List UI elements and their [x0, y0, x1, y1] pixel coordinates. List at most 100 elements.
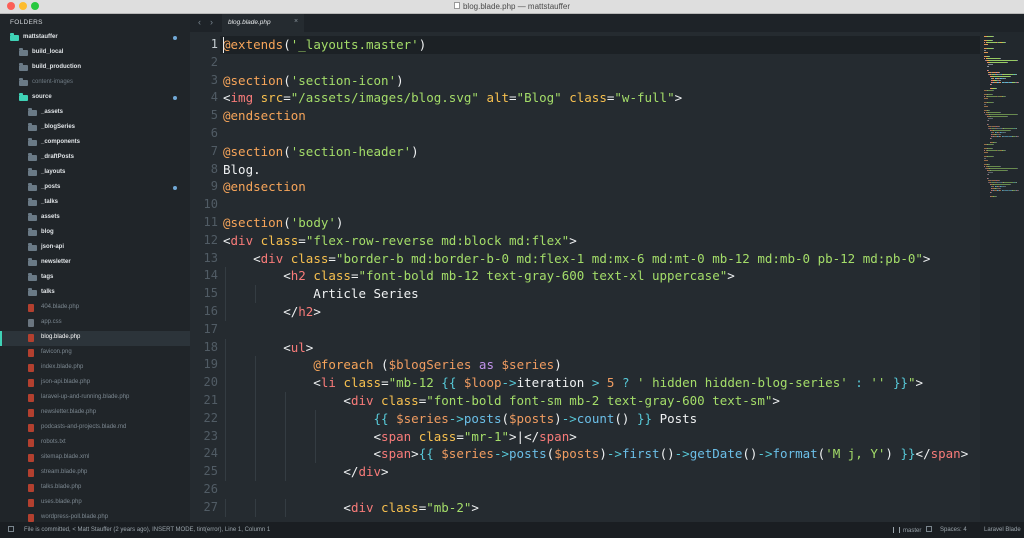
tree-item-talks-blade-php[interactable]: talks.blade.php	[0, 481, 190, 496]
tree-item-wordpress-poll-blade-php[interactable]: wordpress-poll.blade.php	[0, 511, 190, 522]
tree-item-label: build_local	[32, 49, 64, 55]
code-token: '_layouts.master'	[290, 37, 419, 52]
code-line: </h2>	[223, 303, 321, 321]
tree-item-label: uses.blade.php	[41, 499, 82, 505]
line-number: 24	[203, 446, 218, 461]
minimap-segment	[987, 166, 1001, 167]
tree-item-uses-blade-php[interactable]: uses.blade.php	[0, 496, 190, 511]
minimap[interactable]	[980, 32, 1024, 522]
code-token: =	[456, 428, 464, 444]
folder-icon	[28, 243, 37, 251]
tree-item-label: _layouts	[41, 169, 66, 175]
tree-item-newsletter-blade-php[interactable]: newsletter.blade.php	[0, 406, 190, 421]
tree-item-index-blade-php[interactable]: index.blade.php	[0, 361, 190, 376]
code-token: )	[411, 143, 419, 159]
code-editor[interactable]: 1 2 3 4 5 6 7 8 9 10 11 12 13 14 15 16 17 18 19 20 21 22 23 24 2…	[190, 32, 980, 522]
tab-label: blog.blade.php	[228, 19, 271, 26]
tree-item-label: talks.blade.php	[41, 484, 82, 490]
tree-item-sitemap-blade-xml[interactable]: sitemap.blade.xml	[0, 451, 190, 466]
code-token: )	[418, 37, 427, 52]
code-token: class	[313, 268, 351, 284]
tree-item-components[interactable]: _components	[0, 136, 190, 151]
panel-toggle-icon[interactable]	[8, 526, 14, 532]
tree-item-label: favicon.png	[41, 349, 72, 355]
code-token: as	[478, 357, 494, 373]
git-branch[interactable]: master	[893, 527, 921, 534]
code-line: @endsection	[223, 178, 306, 196]
tab-bar: ‹ › blog.blade.php ×	[190, 14, 1024, 32]
code-token: )	[396, 72, 404, 88]
line-number: 10	[203, 197, 218, 212]
settings-icon[interactable]	[926, 526, 932, 532]
status-bar: File is committed, < Matt Stauffer (2 ye…	[0, 522, 1024, 538]
title-bar: blog.blade.php — mattstauffer	[0, 0, 1024, 14]
minimap-segment	[987, 42, 996, 43]
tree-item-newsletter[interactable]: newsletter	[0, 256, 190, 271]
tree-item-json-api[interactable]: json-api	[0, 241, 190, 256]
folder-icon	[28, 288, 37, 296]
line-number: 14	[203, 268, 218, 283]
code-token: @endsection	[223, 108, 306, 124]
code-token: $blogSeries	[388, 357, 472, 373]
tree-item-mattstauffer[interactable]: mattstauffer	[0, 31, 190, 46]
tree-item-build-production[interactable]: build_production	[0, 61, 190, 76]
tree-item-404-blade-php[interactable]: 404.blade.php	[0, 301, 190, 316]
tree-item-blog-blade-php[interactable]: blog.blade.php	[0, 331, 190, 346]
tree-item-laravel-up-and-running-blade-php[interactable]: laravel-up-and-running.blade.php	[0, 391, 190, 406]
tree-item-label: newsletter	[41, 259, 71, 265]
minimap-segment	[993, 184, 1010, 185]
code-token: <	[223, 268, 291, 284]
tree-item-favicon-png[interactable]: favicon.png	[0, 346, 190, 361]
code-token: count	[576, 410, 615, 426]
forward-button[interactable]: ›	[210, 17, 213, 28]
tree-item-assets[interactable]: _assets	[0, 106, 190, 121]
code-token: span	[381, 446, 412, 462]
code-token: "Blog"	[516, 90, 562, 106]
folder-icon	[19, 78, 28, 86]
tree-item-label: talks	[41, 289, 55, 295]
code-token: ()	[742, 446, 758, 462]
code-line: @section('section-icon')	[223, 72, 404, 90]
syntax-selector[interactable]: Laravel Blade	[984, 527, 1021, 533]
minimap-segment	[1004, 78, 1007, 79]
file-icon	[28, 379, 34, 387]
tree-item-app-css[interactable]: app.css	[0, 316, 190, 331]
line-number: 9	[210, 179, 218, 194]
code-token: </	[915, 446, 931, 462]
code-token: }}	[900, 446, 916, 462]
folder-icon	[28, 198, 37, 206]
tree-item-posts[interactable]: _posts	[0, 181, 190, 196]
code-token: <	[223, 250, 261, 266]
tree-item-content-images[interactable]: content-images	[0, 76, 190, 91]
tree-item-layouts[interactable]: _layouts	[0, 166, 190, 181]
tree-item-json-api-blade-php[interactable]: json-api.blade.php	[0, 376, 190, 391]
code-token: span	[381, 428, 412, 444]
tree-item-label: _posts	[41, 184, 61, 190]
tree-item-build-local[interactable]: build_local	[0, 46, 190, 61]
file-icon	[28, 499, 34, 507]
tree-item-talks[interactable]: talks	[0, 286, 190, 301]
tab-blog-blade[interactable]: blog.blade.php ×	[222, 14, 304, 32]
folder-icon	[28, 258, 37, 266]
tree-item-stream-blade-php[interactable]: stream.blade.php	[0, 466, 190, 481]
tree-item-talks[interactable]: _talks	[0, 196, 190, 211]
tree-item-draftposts[interactable]: _draftPosts	[0, 151, 190, 166]
code-token: Blog.	[223, 161, 261, 177]
tree-item-tags[interactable]: tags	[0, 271, 190, 286]
tab-close-icon[interactable]: ×	[294, 18, 298, 25]
tree-item-blog[interactable]: blog	[0, 226, 190, 241]
code-token: format	[772, 446, 818, 462]
line-number: 8	[210, 161, 218, 176]
indentation-setting[interactable]: Spaces: 4	[940, 527, 967, 533]
code-token: @endsection	[223, 179, 306, 195]
tree-item-podcasts-and-projects-blade-md[interactable]: podcasts-and-projects.blade.md	[0, 421, 190, 436]
tree-item-assets[interactable]: assets	[0, 211, 190, 226]
tree-item-blogseries[interactable]: _blogSeries	[0, 121, 190, 136]
back-button[interactable]: ‹	[198, 17, 201, 28]
minimap-segment	[990, 62, 1008, 63]
tree-item-source[interactable]: source	[0, 91, 190, 106]
tree-item-robots-txt[interactable]: robots.txt	[0, 436, 190, 451]
code-line: </div>	[223, 463, 388, 481]
